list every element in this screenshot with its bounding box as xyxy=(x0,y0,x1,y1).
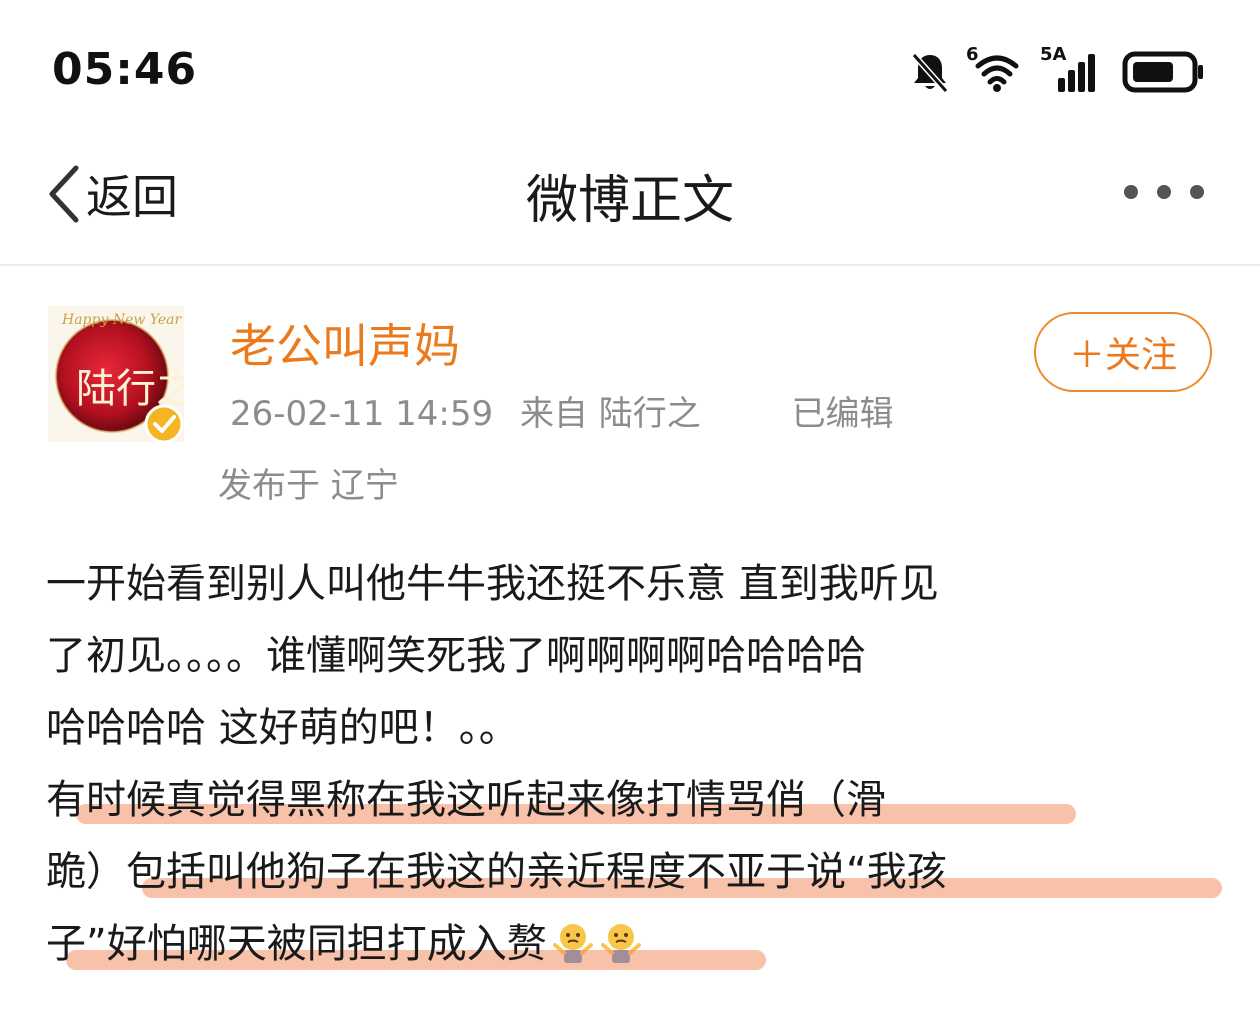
content-line: 哈哈哈哈 这好萌的吧！。。 xyxy=(46,705,519,751)
back-label: 返回 xyxy=(86,170,178,224)
content-line: 了初见。。。。谁懂啊笑死我了啊啊啊啊哈哈哈哈 xyxy=(46,633,866,679)
edited-label[interactable]: 已编辑 xyxy=(792,394,894,434)
signal-label: 5A xyxy=(1040,44,1067,65)
post-timestamp: 26-02-11 14:59 xyxy=(230,394,494,434)
status-time: 05:46 xyxy=(52,44,198,95)
content-line: 有时候真觉得黑称在我这听起来像打情骂俏（滑 xyxy=(46,764,1226,836)
signal-icon: 5A xyxy=(1040,44,1100,94)
post-source[interactable]: 来自 陆行之 xyxy=(520,394,701,434)
back-chevron-icon xyxy=(49,165,79,223)
nav-bar: 返回 微博正文 xyxy=(0,140,1260,266)
svg-text:Happy New Year: Happy New Year xyxy=(61,312,182,328)
content-line: 跪）包括叫他狗子在我这的亲近程度不亚于说“我孩 xyxy=(46,836,1226,908)
back-button[interactable]: 返回 xyxy=(46,162,178,226)
post-meta: 26-02-11 14:59 来自 陆行之 已编辑 xyxy=(230,386,894,435)
follow-button[interactable]: ＋关注 xyxy=(1034,312,1212,392)
bell-off-icon xyxy=(911,53,949,93)
status-icons: 6 5A xyxy=(910,44,1206,96)
content-line: 一开始看到别人叫他牛牛我还挺不乐意 直到我听见 xyxy=(46,561,939,607)
more-icon[interactable] xyxy=(1124,180,1204,204)
verified-icon xyxy=(144,404,184,444)
battery-icon xyxy=(1122,51,1203,93)
post-location: 发布于 辽宁 xyxy=(218,466,399,506)
author-name[interactable]: 老公叫声妈 xyxy=(230,310,460,376)
content-line: 子”好怕哪天被同担打成入赘 xyxy=(46,908,1226,980)
status-bar: 05:46 6 5A xyxy=(0,0,1260,140)
wifi-icon: 6 xyxy=(966,44,1022,94)
post-content: 一开始看到别人叫他牛牛我还挺不乐意 直到我听见 了初见。。。。谁懂啊笑死我了啊啊… xyxy=(46,548,1226,980)
wifi-label: 6 xyxy=(966,44,979,65)
avatar[interactable]: Happy New Year 陆行之 xyxy=(48,306,196,444)
page-title: 微博正文 xyxy=(525,171,734,231)
